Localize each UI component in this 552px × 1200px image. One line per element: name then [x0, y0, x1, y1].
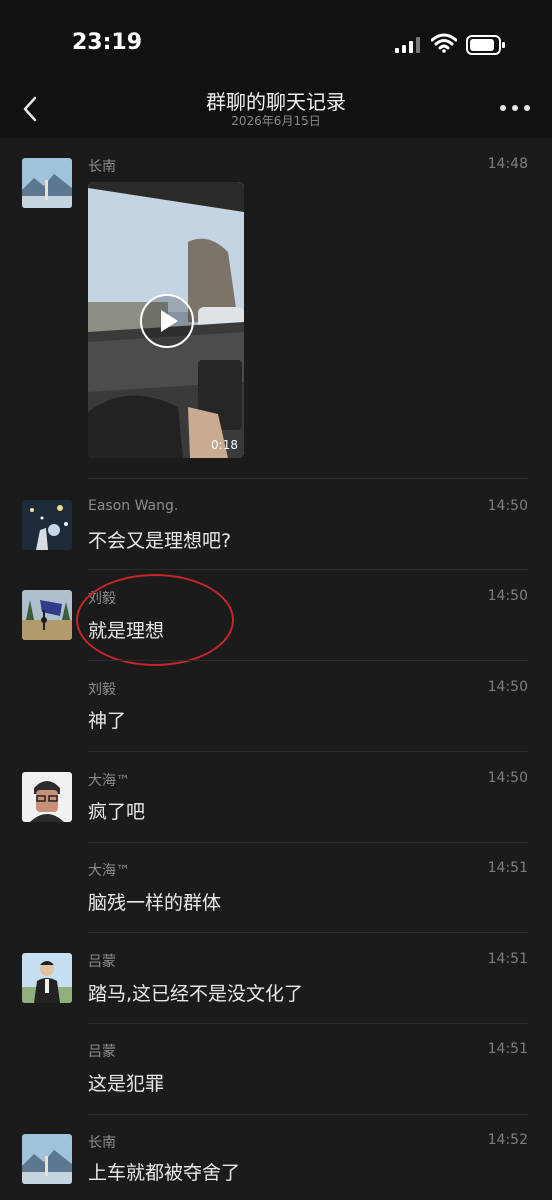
divider	[88, 1023, 528, 1024]
avatar[interactable]	[22, 158, 72, 208]
avatar[interactable]	[22, 590, 72, 640]
battery-icon	[466, 35, 505, 55]
divider	[88, 932, 528, 933]
status-bar: 23:19	[0, 0, 552, 84]
message-time: 14:50	[487, 679, 528, 695]
video-message[interactable]: 0:18	[88, 182, 244, 458]
page-subtitle: 2026年6月15日	[231, 114, 321, 128]
sender-name: 长南	[88, 1135, 116, 1151]
video-duration: 0:18	[211, 438, 238, 452]
message-time: 14:50	[487, 588, 528, 604]
message-time: 14:48	[487, 156, 528, 172]
sender-name: 刘毅	[88, 682, 116, 698]
message-time: 14:51	[487, 951, 528, 967]
divider	[88, 569, 528, 570]
nav-bar: 群聊的聊天记录 2026年6月15日	[0, 84, 552, 138]
sender-name: 大海™	[88, 863, 130, 879]
sender-name: Eason Wang.	[88, 498, 179, 514]
divider	[88, 478, 528, 479]
cellular-signal-icon	[395, 37, 420, 53]
sender-name: 长南	[88, 159, 116, 175]
status-time: 23:19	[72, 30, 143, 55]
message-text: 疯了吧	[88, 801, 146, 823]
message-text: 这是犯罪	[88, 1073, 165, 1095]
sender-name: 吕蒙	[88, 954, 116, 970]
message-time: 14:50	[487, 770, 528, 786]
divider	[88, 751, 528, 752]
wifi-icon	[431, 33, 457, 53]
page-title: 群聊的聊天记录	[206, 90, 346, 114]
sender-name: 吕蒙	[88, 1044, 116, 1060]
play-icon[interactable]	[139, 293, 195, 349]
message-time: 14:52	[487, 1132, 528, 1148]
divider	[88, 842, 528, 843]
message-time: 14:51	[487, 1041, 528, 1057]
avatar[interactable]	[22, 1134, 72, 1184]
message-text: 不会又是理想吧?	[88, 530, 232, 552]
message-text: 神了	[88, 710, 127, 732]
divider	[88, 660, 528, 661]
message-text: 踏马,这已经不是没文化了	[88, 983, 304, 1005]
message-time: 14:51	[487, 860, 528, 876]
message-time: 14:50	[487, 498, 528, 514]
message-text: 上车就都被夺舍了	[88, 1162, 241, 1184]
avatar[interactable]	[22, 953, 72, 1003]
avatar[interactable]	[22, 500, 72, 550]
avatar[interactable]	[22, 772, 72, 822]
highlight-circle	[76, 574, 234, 666]
message-text: 脑残一样的群体	[88, 892, 222, 914]
more-dots-icon[interactable]	[498, 98, 532, 118]
sender-name: 大海™	[88, 773, 130, 789]
divider	[88, 1114, 528, 1115]
